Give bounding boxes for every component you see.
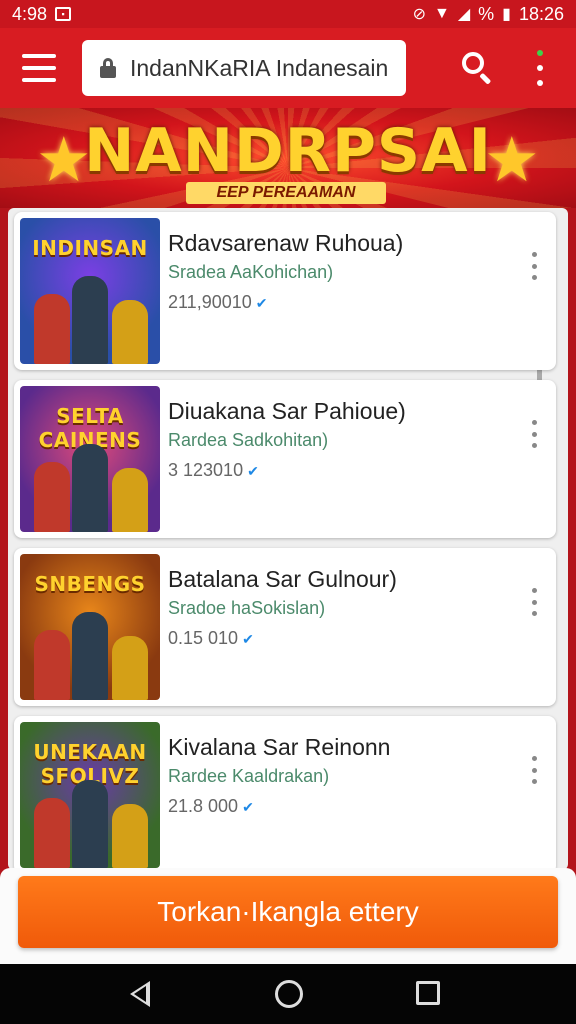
signal-icon: ◢: [457, 6, 471, 23]
item-count: 3 123010 ✔: [168, 460, 259, 481]
lock-icon: [100, 58, 116, 78]
game-thumbnail[interactable]: INDINSAN: [20, 218, 160, 364]
battery-icon: ▮: [502, 6, 511, 23]
wifi-icon: ▼: [433, 5, 450, 22]
app-bar: IndanNKaRIA Indanesain: [0, 28, 576, 108]
character-figure: [72, 612, 108, 700]
item-more-icon[interactable]: [530, 756, 538, 784]
list-item[interactable]: SELTA CAINENS Diuakana Sar Pahioue) Rardea…: [14, 380, 556, 538]
nfc-icon: ⊘: [412, 6, 426, 23]
character-figure: [72, 780, 108, 868]
character-figure: [72, 276, 108, 364]
home-icon[interactable]: [275, 980, 303, 1008]
item-subtitle: Sradea AaKohichan): [168, 262, 334, 282]
status-bar: 4:98 ▪ ⊘ ▼ ◢ % ▮ 18:26: [0, 0, 576, 28]
item-more-icon[interactable]: [530, 252, 538, 280]
verified-check-icon: ✔: [255, 295, 268, 311]
item-count: 21.8 000 ✔: [168, 796, 254, 817]
character-figure: [34, 798, 70, 868]
banner-subtitle: EEP PEREAAMAN: [186, 182, 386, 204]
character-figure: [34, 294, 70, 364]
item-title: Diuakana Sar Pahioue): [168, 398, 406, 424]
item-count-value: 21.8 000: [168, 796, 239, 816]
game-list: INDINSAN Rdavsarenaw Ruhoua) Sradea AaKohi…: [8, 208, 568, 870]
cta-button[interactable]: Torkan·Ikangla ettery: [18, 876, 558, 948]
character-figure: [112, 804, 148, 868]
promo-banner[interactable]: ★ ★ NANDRPSAI EEP PEREAAMAN: [0, 108, 576, 208]
item-count: 211,90010 ✔: [168, 292, 268, 313]
item-count-value: 211,90010: [168, 292, 252, 312]
item-count-value: 0.15 010: [168, 628, 239, 648]
search-icon[interactable]: [460, 50, 496, 86]
item-title: Kivalana Sar Reinonn: [168, 734, 391, 760]
character-figure: [112, 300, 148, 364]
url-text: IndanNKaRIA Indanesain: [130, 54, 389, 81]
item-more-icon[interactable]: [530, 420, 538, 448]
character-figure: [112, 636, 148, 700]
item-subtitle: Rardea Sadkohitan): [168, 430, 329, 450]
status-time-left: 4:98: [12, 3, 48, 24]
item-title: Batalana Sar Gulnour): [168, 566, 397, 592]
character-figure: [72, 444, 108, 532]
item-more-icon[interactable]: [530, 588, 538, 616]
list-item[interactable]: UNEKAAN SFOLIVZ Kivalana Sar Reinonn Rarde…: [14, 716, 556, 870]
game-thumbnail[interactable]: SELTA CAINENS: [20, 386, 160, 532]
character-figure: [34, 630, 70, 700]
character-figure: [112, 468, 148, 532]
list-item[interactable]: SNBENGS Batalana Sar Gulnour) Sradoe haSok…: [14, 548, 556, 706]
back-icon[interactable]: [130, 981, 150, 1007]
list-item[interactable]: INDINSAN Rdavsarenaw Ruhoua) Sradea AaKohi…: [14, 212, 556, 370]
more-options-icon[interactable]: [532, 50, 548, 86]
verified-check-icon: ✔: [242, 799, 254, 815]
nav-bar: [0, 964, 576, 1024]
verified-check-icon: ✔: [242, 631, 254, 647]
thumbnail-title: SNBENGS: [34, 572, 146, 596]
banner-title: NANDRPSAI: [84, 116, 492, 186]
item-count: 0.15 010 ✔: [168, 628, 254, 649]
url-field[interactable]: IndanNKaRIA Indanesain: [82, 40, 406, 96]
game-thumbnail[interactable]: SNBENGS: [20, 554, 160, 700]
thumbnail-title: INDINSAN: [32, 236, 148, 260]
recent-apps-icon[interactable]: [416, 981, 440, 1005]
battery-percent: %: [478, 3, 495, 24]
item-subtitle: Rardee Kaaldrakan): [168, 766, 330, 786]
character-figure: [34, 462, 70, 532]
item-subtitle: Sradoe haSokislan): [168, 598, 326, 618]
menu-icon[interactable]: [22, 54, 56, 82]
notification-icon: ▪: [55, 7, 72, 21]
game-thumbnail[interactable]: UNEKAAN SFOLIVZ: [20, 722, 160, 868]
status-time-right: 18:26: [518, 3, 564, 24]
verified-check-icon: ✔: [247, 463, 259, 479]
item-title: Rdavsarenaw Ruhoua): [168, 230, 404, 256]
cta-container: Torkan·Ikangla ettery: [0, 868, 576, 964]
item-count-value: 3 123010: [168, 460, 244, 480]
